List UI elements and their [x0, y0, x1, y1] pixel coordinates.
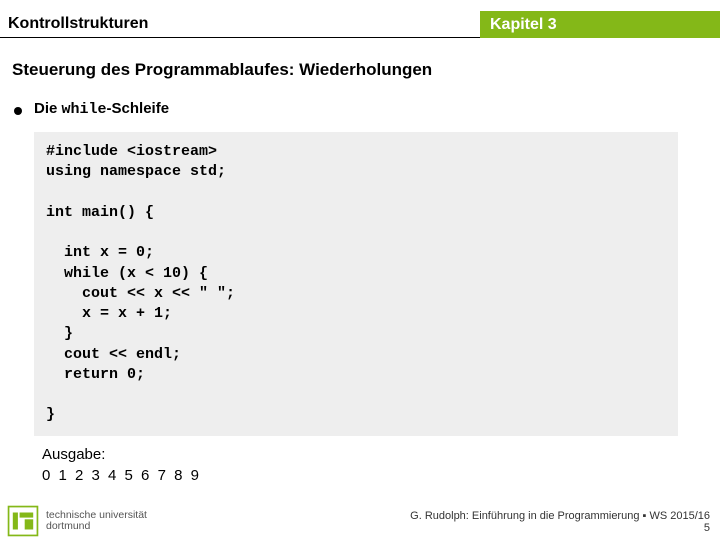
bullet-prefix: Die — [34, 100, 62, 117]
bullet-text: Die while-Schleife — [34, 100, 169, 118]
header-bar: Kontrollstrukturen Kapitel 3 — [0, 11, 720, 38]
topic-title: Kontrollstrukturen — [8, 15, 148, 33]
bullet-item: Die while-Schleife — [14, 100, 708, 118]
section-title: Steuerung des Programmablaufes: Wiederho… — [12, 60, 708, 80]
output-block: Ausgabe: 0 1 2 3 4 5 6 7 8 9 — [42, 446, 708, 484]
bullet-suffix: -Schleife — [107, 100, 170, 117]
footer: G. Rudolph: Einführung in die Programmie… — [0, 510, 720, 534]
footer-credit: G. Rudolph: Einführung in die Programmie… — [0, 510, 720, 522]
header-left: Kontrollstrukturen — [0, 11, 480, 38]
chapter-title: Kapitel 3 — [490, 16, 557, 34]
output-text: 0 1 2 3 4 5 6 7 8 9 — [42, 467, 708, 484]
content-area: Steuerung des Programmablaufes: Wiederho… — [12, 60, 708, 484]
footer-page: 5 — [0, 522, 720, 534]
code-block: #include <iostream> using namespace std;… — [34, 132, 678, 436]
bullet-dot-icon — [14, 107, 22, 115]
header-right: Kapitel 3 — [480, 11, 720, 38]
bullet-mono: while — [62, 101, 107, 118]
slide-container: Kontrollstrukturen Kapitel 3 Steuerung d… — [0, 0, 720, 540]
output-label: Ausgabe: — [42, 446, 708, 463]
